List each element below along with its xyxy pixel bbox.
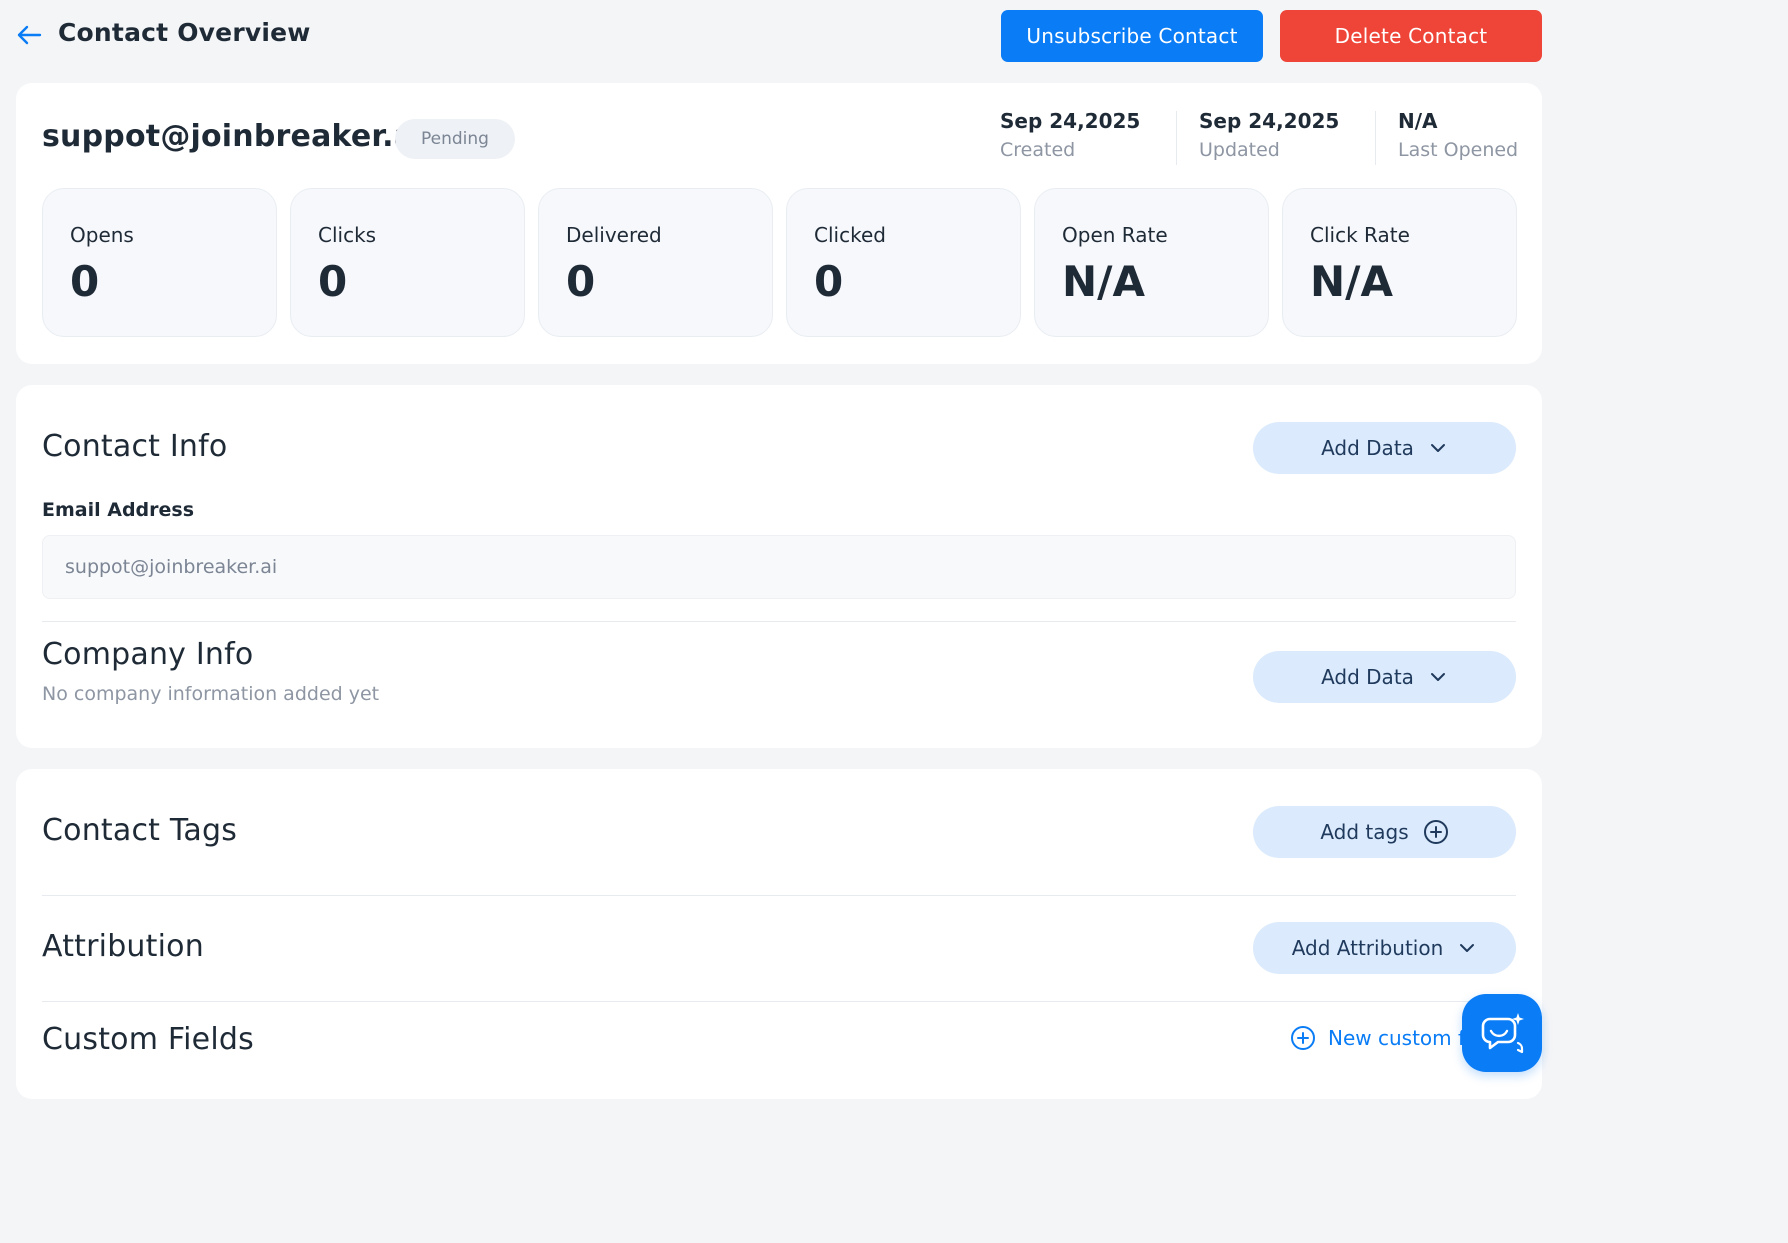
add-tags-button[interactable]: Add tags xyxy=(1253,806,1516,858)
stat-value: 0 xyxy=(566,257,596,306)
stat-card-click-rate: Click Rate N/A xyxy=(1282,188,1517,337)
stat-label: Click Rate xyxy=(1310,223,1410,247)
stat-label: Delivered xyxy=(566,223,662,247)
meta-divider xyxy=(1176,111,1177,165)
contact-summary-card: suppot@joinbreaker.ai Pending Sep 24,202… xyxy=(16,83,1542,364)
meta-updated-label: Updated xyxy=(1199,139,1280,161)
add-contact-data-button[interactable]: Add Data xyxy=(1253,422,1516,474)
meta-divider xyxy=(1375,111,1376,165)
section-divider xyxy=(42,1001,1516,1002)
custom-fields-title: Custom Fields xyxy=(42,1022,254,1057)
stat-label: Clicks xyxy=(318,223,377,247)
add-attribution-label: Add Attribution xyxy=(1291,936,1444,960)
add-attribution-button[interactable]: Add Attribution xyxy=(1253,922,1516,974)
meta-created-value: Sep 24,2025 xyxy=(1000,109,1141,133)
contact-tags-title: Contact Tags xyxy=(42,813,238,848)
stat-card-clicked: Clicked 0 xyxy=(786,188,1021,337)
stat-label: Opens xyxy=(70,223,134,247)
chat-sparkle-icon xyxy=(1481,1013,1524,1054)
stat-label: Open Rate xyxy=(1062,223,1168,247)
meta-last-opened-value: N/A xyxy=(1398,109,1438,133)
stat-value: N/A xyxy=(1062,257,1145,306)
add-data-label: Add Data xyxy=(1321,436,1414,460)
status-badge: Pending xyxy=(395,119,515,159)
contact-tags-card: Contact Tags Add tags Attribution Add At… xyxy=(16,769,1542,1099)
meta-created: Sep 24,2025 Created xyxy=(1000,109,1140,161)
new-custom-field-label: New custom f xyxy=(1328,1026,1466,1050)
contact-info-title: Contact Info xyxy=(42,429,228,464)
page-header: Contact Overview Unsubscribe Contact Del… xyxy=(0,0,1568,72)
chat-support-button[interactable] xyxy=(1462,994,1542,1072)
arrow-left-icon[interactable] xyxy=(14,20,44,50)
add-company-data-button[interactable]: Add Data xyxy=(1253,651,1516,703)
section-divider xyxy=(42,895,1516,896)
plus-circle-icon xyxy=(1291,1026,1315,1050)
stat-card-open-rate: Open Rate N/A xyxy=(1034,188,1269,337)
contact-info-card: Contact Info Add Data Email Address Comp… xyxy=(16,385,1542,748)
meta-last-opened: N/A Last Opened xyxy=(1398,109,1518,161)
meta-created-label: Created xyxy=(1000,139,1076,161)
add-data-label: Add Data xyxy=(1321,665,1414,689)
meta-updated-value: Sep 24,2025 xyxy=(1199,109,1340,133)
stat-card-clicks: Clicks 0 xyxy=(290,188,525,337)
stat-value: 0 xyxy=(318,257,348,306)
chevron-down-icon xyxy=(1460,944,1475,952)
section-divider xyxy=(42,621,1516,622)
stat-value: N/A xyxy=(1310,257,1393,306)
email-address-label: Email Address xyxy=(42,499,195,521)
stat-value: 0 xyxy=(814,257,844,306)
meta-updated: Sep 24,2025 Updated xyxy=(1199,109,1339,161)
add-tags-label: Add tags xyxy=(1320,820,1409,844)
new-custom-field-link[interactable]: New custom f xyxy=(1290,1025,1465,1051)
email-address-field[interactable] xyxy=(42,535,1516,599)
contact-overview-page: Contact Overview Unsubscribe Contact Del… xyxy=(0,0,1568,1099)
stat-card-delivered: Delivered 0 xyxy=(538,188,773,337)
company-info-title: Company Info xyxy=(42,637,254,672)
stat-label: Clicked xyxy=(814,223,886,247)
meta-last-opened-label: Last Opened xyxy=(1398,139,1519,161)
attribution-title: Attribution xyxy=(42,929,204,964)
plus-circle-icon xyxy=(1423,820,1448,844)
delete-contact-button[interactable]: Delete Contact xyxy=(1280,10,1542,62)
company-info-empty-text: No company information added yet xyxy=(42,683,380,705)
unsubscribe-contact-button[interactable]: Unsubscribe Contact xyxy=(1001,10,1263,62)
contact-email: suppot@joinbreaker.ai xyxy=(42,119,425,154)
chevron-down-icon xyxy=(1430,444,1445,452)
page-title: Contact Overview xyxy=(58,18,311,47)
stat-card-opens: Opens 0 xyxy=(42,188,277,337)
stat-value: 0 xyxy=(70,257,100,306)
chevron-down-icon xyxy=(1430,673,1445,681)
